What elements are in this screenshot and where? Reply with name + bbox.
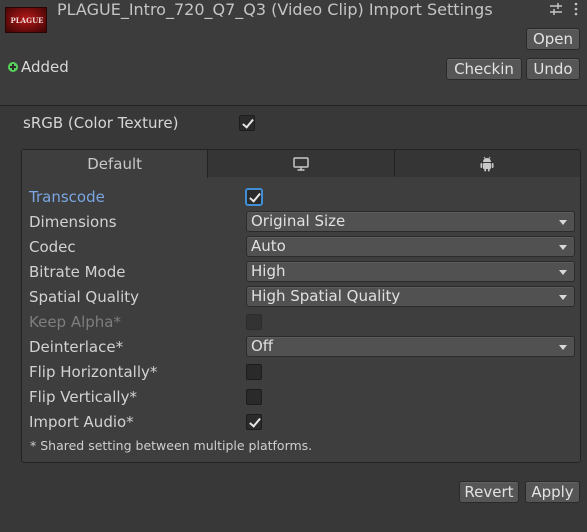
checkin-button[interactable]: Checkin [446, 58, 522, 80]
inspector-header: PLAGUE PLAGUE_Intro_720_Q7_Q3 (Video Cli… [0, 0, 587, 106]
flip-horizontally-label: Flip Horizontally* [29, 363, 158, 381]
keep-alpha-checkbox [246, 314, 262, 330]
presets-icon[interactable] [549, 2, 563, 16]
kebab-menu-icon[interactable] [573, 2, 579, 16]
spatial-quality-value: High Spatial Quality [251, 287, 401, 305]
srgb-checkbox[interactable] [239, 115, 255, 131]
spatial-quality-dropdown[interactable]: High Spatial Quality [246, 286, 575, 307]
keep-alpha-label: Keep Alpha* [29, 313, 121, 331]
codec-value: Auto [251, 237, 286, 255]
inspector-title: PLAGUE_Intro_720_Q7_Q3 (Video Clip) Impo… [57, 0, 493, 19]
deinterlace-label: Deinterlace* [29, 338, 124, 356]
spatial-quality-label: Spatial Quality [29, 288, 140, 306]
android-icon [480, 156, 494, 172]
srgb-label: sRGB (Color Texture) [23, 114, 179, 132]
deinterlace-dropdown[interactable]: Off [246, 336, 575, 357]
video-thumbnail: PLAGUE [5, 7, 47, 33]
monitor-icon [293, 156, 309, 171]
transcode-checkbox[interactable] [246, 189, 262, 205]
chevron-down-icon [559, 220, 567, 225]
chevron-down-icon [559, 245, 567, 250]
added-status-icon [8, 62, 18, 72]
dimensions-label: Dimensions [29, 213, 117, 231]
codec-dropdown[interactable]: Auto [246, 236, 575, 257]
import-audio-label: Import Audio* [29, 413, 134, 431]
thumbnail-logo: PLAGUE [10, 16, 44, 25]
undo-button[interactable]: Undo [526, 58, 580, 80]
tab-android[interactable] [394, 150, 580, 177]
deinterlace-value: Off [251, 337, 274, 355]
apply-button[interactable]: Apply [525, 481, 580, 503]
bitrate-mode-dropdown[interactable]: High [246, 261, 575, 282]
vcs-status-text: Added [21, 58, 69, 76]
bitrate-mode-value: High [251, 262, 286, 280]
tab-default-label: Default [87, 155, 143, 173]
transcode-label: Transcode [29, 188, 105, 206]
codec-label: Codec [29, 238, 76, 256]
bitrate-mode-label: Bitrate Mode [29, 263, 126, 281]
chevron-down-icon [559, 345, 567, 350]
chevron-down-icon [559, 270, 567, 275]
dimensions-value: Original Size [251, 212, 346, 230]
import-audio-checkbox[interactable] [246, 414, 262, 430]
tab-default[interactable]: Default [22, 150, 209, 178]
flip-horizontally-checkbox[interactable] [246, 364, 262, 380]
tab-standalone[interactable] [208, 150, 395, 177]
shared-setting-footnote: * Shared setting between multiple platfo… [30, 438, 313, 453]
revert-button[interactable]: Revert [459, 481, 519, 503]
open-button[interactable]: Open [526, 28, 580, 50]
chevron-down-icon [559, 295, 567, 300]
platform-tabs: Default [22, 150, 580, 178]
dimensions-dropdown[interactable]: Original Size [246, 211, 575, 232]
flip-vertically-label: Flip Vertically* [29, 388, 137, 406]
platform-settings-panel: Default Transcode Dimensions Original Si… [21, 149, 581, 463]
flip-vertically-checkbox[interactable] [246, 389, 262, 405]
